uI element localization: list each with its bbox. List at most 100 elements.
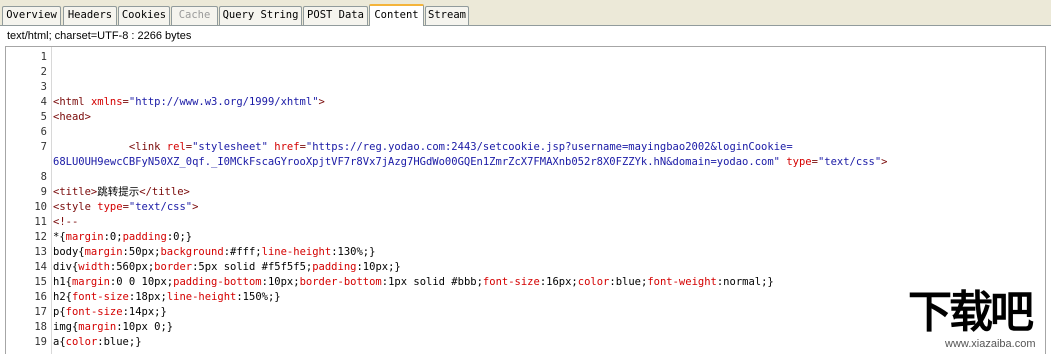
line-code: body{margin:50px;background:#fff;line-he… <box>53 245 375 260</box>
code-token: href <box>274 141 300 153</box>
code-token: :10px;} <box>356 261 401 273</box>
watermark-logo: 下载吧 www.xiazaiba.com <box>905 288 1045 352</box>
tab-overview[interactable]: Overview <box>2 6 61 25</box>
code-token: font-weight <box>647 276 717 288</box>
code-line: 3 <box>6 80 1045 95</box>
content-type-label: text/html; charset=UTF-8 : 2266 bytes <box>7 30 192 42</box>
code-line: 8 <box>6 170 1045 185</box>
code-token: "http://www.w3.org/1999/xhtml" <box>128 96 319 108</box>
code-token: p{ <box>53 306 66 318</box>
line-code: <style type="text/css"> <box>53 200 198 215</box>
code-token: a{ <box>53 336 66 348</box>
code-token: > <box>192 201 199 213</box>
line-code: img{margin:10px 0;} <box>53 320 173 335</box>
code-token: :0;} <box>166 231 193 243</box>
tab-stream[interactable]: Stream <box>425 6 469 25</box>
code-token: "text/css" <box>128 201 193 213</box>
code-token: border <box>154 261 193 273</box>
code-token: <title> <box>53 186 98 198</box>
code-token: :14px;} <box>122 306 167 318</box>
code-token: margin <box>65 231 104 243</box>
tab-post-data[interactable]: POST Data <box>303 6 368 25</box>
line-number: 2 <box>40 66 47 78</box>
code-token: :0; <box>103 231 123 243</box>
code-token: margin <box>71 276 110 288</box>
code-token: :150%;} <box>236 291 281 303</box>
code-token: width <box>78 261 110 273</box>
line-code: h2{font-size:18px;line-height:150%;} <box>53 290 281 305</box>
line-code: div{width:560px;border:5px solid #f5f5f5… <box>53 260 401 275</box>
line-number: 11 <box>34 216 47 228</box>
line-number: 17 <box>34 306 47 318</box>
code-token: "https://reg.yodao.com:2443/setcookie.js… <box>305 141 793 153</box>
code-token: :blue; <box>609 276 648 288</box>
code-token: <style <box>53 201 98 213</box>
code-token: font-size <box>482 276 540 288</box>
code-token: font-size <box>65 306 123 318</box>
code-line: 10 <style type="text/css"> <box>6 200 1045 215</box>
code-token: "stylesheet" <box>192 141 268 153</box>
line-number: 10 <box>34 201 47 213</box>
code-token: line-height <box>261 246 332 258</box>
code-line: 17 p{font-size:14px;} <box>6 305 1045 320</box>
code-token: *{ <box>53 231 66 243</box>
code-token: <html <box>53 96 91 108</box>
tab-query-string[interactable]: Query String <box>219 6 302 25</box>
code-token: </title> <box>139 186 190 198</box>
code-token: :blue;} <box>97 336 142 348</box>
line-number: 1 <box>40 51 47 63</box>
code-line: 14 div{width:560px;border:5px solid #f5f5… <box>6 260 1045 275</box>
line-code: <title>跳转提示</title> <box>53 185 190 200</box>
code-token: :5px solid #f5f5f5; <box>192 261 313 273</box>
code-token: :560px; <box>109 261 155 273</box>
code-token: <head> <box>53 111 91 123</box>
line-number: 15 <box>34 276 47 288</box>
code-token: padding <box>312 261 357 273</box>
tab-content[interactable]: Content <box>369 4 424 26</box>
line-number: 8 <box>40 171 47 183</box>
code-token: padding-bottom <box>173 276 262 288</box>
code-token: type <box>786 156 812 168</box>
code-token: :16px; <box>539 276 578 288</box>
code-token: :normal;} <box>716 276 774 288</box>
code-token: :130%;} <box>331 246 376 258</box>
code-line: 19 a{color:blue;} <box>6 335 1045 350</box>
code-token: h1{ <box>53 276 72 288</box>
line-number: 19 <box>34 336 47 348</box>
code-token: padding <box>122 231 167 243</box>
code-line: 2 <box>6 65 1045 80</box>
code-token: body{ <box>53 246 85 258</box>
line-number: 16 <box>34 291 47 303</box>
line-number: 3 <box>40 81 47 93</box>
code-line: 11 <!-- <box>6 215 1045 230</box>
code-token: :10px 0;} <box>116 321 174 333</box>
code-token: margin <box>78 321 117 333</box>
code-token: 跳转提示 <box>97 186 140 198</box>
code-token: font-size <box>71 291 129 303</box>
line-code: p{font-size:14px;} <box>53 305 167 320</box>
code-token: <link <box>128 141 167 153</box>
code-token: :1px solid #bbb; <box>381 276 483 288</box>
line-code: <!-- <box>53 215 78 230</box>
code-line: 4 <html xmlns="http://www.w3.org/1999/xht… <box>6 95 1045 110</box>
code-token: background <box>160 246 224 258</box>
tab-bar: Overview Headers Cookies Cache Query String P… <box>0 0 1051 26</box>
line-number: 5 <box>40 111 47 123</box>
code-token: :#fff; <box>223 246 262 258</box>
line-number: 13 <box>34 246 47 258</box>
line-code: a{color:blue;} <box>53 335 142 350</box>
source-viewer[interactable]: 1 2 3 4 <html xmlns="http://www.w3.org/1999/… <box>5 46 1046 354</box>
line-code: h1{margin:0 0 10px;padding-bottom:10px;b… <box>53 275 774 290</box>
code-line: 9 <title>跳转提示</title> <box>6 185 1045 200</box>
code-token: 68LU0UH9ewcCBFyN50XZ_0qf._I0MCkFscaGYroo… <box>53 156 780 168</box>
tab-cookies[interactable]: Cookies <box>118 6 170 25</box>
watermark-url: www.xiazaiba.com <box>945 338 1036 350</box>
code-token: :0 0 10px; <box>109 276 174 288</box>
tab-headers[interactable]: Headers <box>63 6 117 25</box>
source-lines: 1 2 3 4 <html xmlns="http://www.w3.org/1999/… <box>6 50 1045 350</box>
line-number: 7 <box>40 141 47 153</box>
code-token: rel <box>166 141 186 153</box>
code-line: 68LU0UH9ewcCBFyN50XZ_0qf._I0MCkFscaGYroo… <box>6 155 1045 170</box>
line-code: 68LU0UH9ewcCBFyN50XZ_0qf._I0MCkFscaGYroo… <box>53 155 887 170</box>
